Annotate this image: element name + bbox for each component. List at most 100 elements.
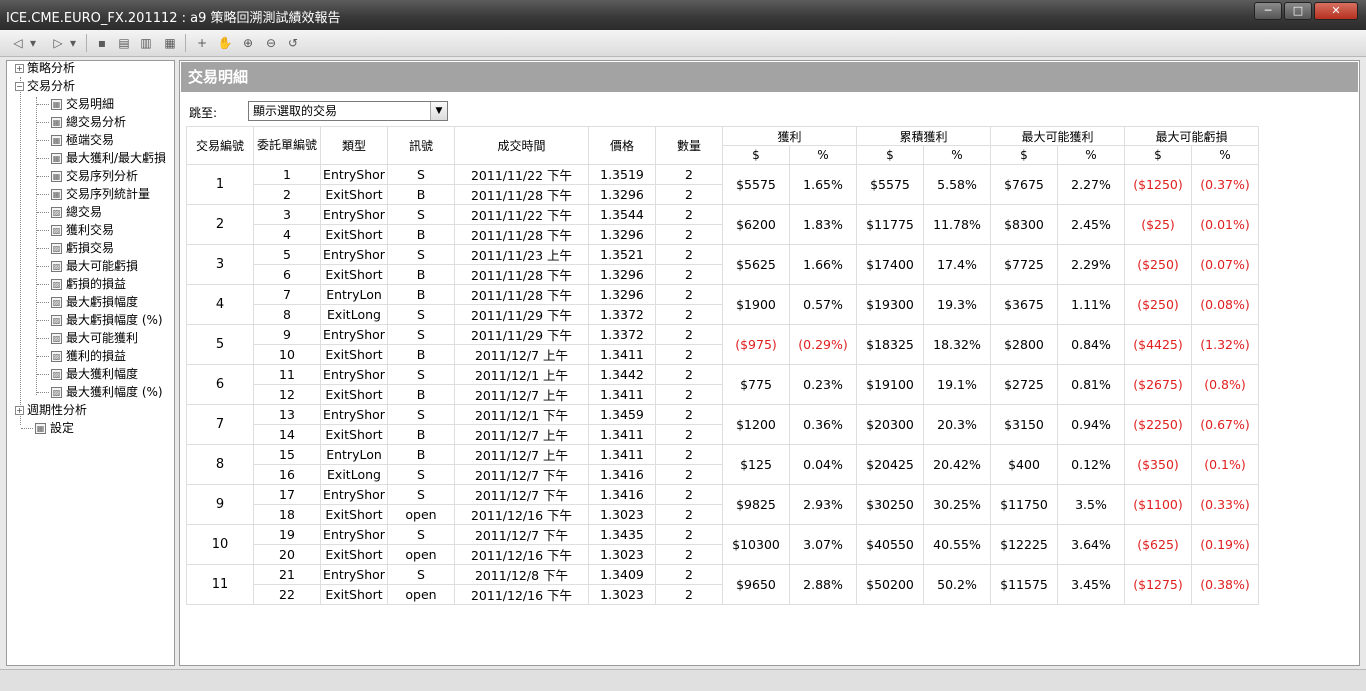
tree-item-profit-pnl[interactable]: ▨ 獲利的損益 bbox=[37, 347, 126, 365]
reset-icon[interactable]: ↺ bbox=[285, 35, 301, 51]
jump-label: 跳至: bbox=[189, 106, 218, 120]
tree-item-max-favorable[interactable]: ▨ 最大可能獲利 bbox=[37, 329, 138, 347]
back-dropdown-icon[interactable]: ▾ bbox=[28, 35, 38, 51]
tree-item-label: 設定 bbox=[50, 421, 75, 435]
cum-cell: $5575 bbox=[856, 164, 924, 205]
type-cell: EntryShor bbox=[320, 364, 388, 385]
price-cell: 1.3023 bbox=[588, 584, 656, 605]
col-dollar: $ bbox=[722, 145, 790, 165]
tree-item-label: 虧損交易 bbox=[66, 241, 115, 255]
forward-dropdown-icon[interactable]: ▾ bbox=[68, 35, 78, 51]
tree-item-trade-sequence-stats[interactable]: ▦ 交易序列統計量 bbox=[37, 185, 150, 203]
type-cell: EntryShor bbox=[320, 324, 388, 345]
col-group-max-favorable: 最大可能獲利 bbox=[990, 126, 1125, 146]
type-cell: EntryShor bbox=[320, 404, 388, 425]
tree-item-label: 總交易 bbox=[66, 205, 103, 219]
tree-item-label: 獲利的損益 bbox=[66, 349, 127, 363]
tree-item-max-runup-pct[interactable]: ▨ 最大獲利幅度 (%) bbox=[37, 383, 163, 401]
table-row[interactable]: 4 7 EntryLon B 2011/11/28 下午 1.3296 2 $1900 0.57… bbox=[186, 284, 1259, 325]
save-icon[interactable]: ▪ bbox=[94, 35, 110, 51]
price-cell: 1.3372 bbox=[588, 324, 656, 345]
tree-item-loss-pnl[interactable]: ▨ 虧損的損益 bbox=[37, 275, 126, 293]
qty-cell: 2 bbox=[655, 164, 723, 185]
settings-icon: ▦ bbox=[35, 423, 46, 434]
table-row[interactable]: 7 13 EntryShor S 2011/12/1 下午 1.3459 2 $1200 0.3… bbox=[186, 404, 1259, 445]
forward-icon[interactable]: ▷ bbox=[50, 35, 66, 51]
qty-cell: 2 bbox=[655, 224, 723, 245]
order-cell: 2 bbox=[253, 184, 321, 205]
tree-group-label: 策略分析 bbox=[27, 61, 76, 75]
tree-item-losing-trades[interactable]: ▨ 虧損交易 bbox=[37, 239, 114, 257]
back-icon[interactable]: ◁ bbox=[10, 35, 26, 51]
tree-item-trade-sequence-analysis[interactable]: ▦ 交易序列分析 bbox=[37, 167, 138, 185]
pnl-cell: $9650 bbox=[722, 564, 790, 605]
col-pct: % bbox=[923, 145, 991, 165]
tree-item-settings[interactable]: ▦ 設定 bbox=[21, 419, 74, 437]
tree-item-max-adverse[interactable]: ▨ 最大可能虧損 bbox=[37, 257, 138, 275]
table-row[interactable]: 5 9 EntryShor S 2011/11/29 下午 1.3372 2 ($975) (0… bbox=[186, 324, 1259, 365]
tree-item-max-drawdown[interactable]: ▨ 最大虧損幅度 bbox=[37, 293, 138, 311]
expand-icon[interactable]: + bbox=[15, 64, 24, 73]
minimize-button[interactable]: ─ bbox=[1254, 2, 1282, 20]
order-cell: 3 bbox=[253, 204, 321, 225]
toolbar-separator bbox=[185, 34, 186, 52]
window-controls: ─ □ ✕ bbox=[1252, 2, 1358, 20]
tree-item-max-profit-loss[interactable]: ▦ 最大獲利/最大虧損 bbox=[37, 149, 166, 167]
tree-item-trade-details[interactable]: ▦ 交易明細 bbox=[37, 95, 114, 113]
table-row[interactable]: 9 17 EntryShor S 2011/12/7 下午 1.3416 2 $9825 2.9… bbox=[186, 484, 1259, 525]
crosshair-icon[interactable]: + bbox=[194, 35, 210, 51]
table-row[interactable]: 11 21 EntryShor S 2011/12/8 下午 1.3409 2 $9650 2.… bbox=[186, 564, 1259, 605]
export-icon[interactable]: ▤ bbox=[116, 35, 132, 51]
qty-cell: 2 bbox=[655, 384, 723, 405]
signal-cell: S bbox=[387, 164, 455, 185]
zoom-out-icon[interactable]: ⊖ bbox=[263, 35, 279, 51]
signal-cell: S bbox=[387, 364, 455, 385]
tree-group-strategy-analysis[interactable]: + 策略分析 bbox=[15, 59, 75, 77]
table-report-icon: ▦ bbox=[51, 189, 62, 200]
time-cell: 2011/12/7 上午 bbox=[454, 384, 589, 405]
order-cell: 6 bbox=[253, 264, 321, 285]
price-cell: 1.3296 bbox=[588, 224, 656, 245]
tree-item-total-trade-analysis[interactable]: ▦ 總交易分析 bbox=[37, 113, 126, 131]
time-cell: 2011/12/7 下午 bbox=[454, 524, 589, 545]
table-row[interactable]: 8 15 EntryLon B 2011/12/7 上午 1.3411 2 $125 0.04%… bbox=[186, 444, 1259, 485]
table-row[interactable]: 2 3 EntryShor S 2011/11/22 下午 1.3544 2 $6200 1.8… bbox=[186, 204, 1259, 245]
zoom-in-icon[interactable]: ⊕ bbox=[240, 35, 256, 51]
chart-report-icon: ▨ bbox=[51, 261, 62, 272]
tree-group-periodic-analysis[interactable]: + 週期性分析 bbox=[15, 401, 87, 419]
pnl-pct-cell: 1.65% bbox=[789, 164, 857, 205]
table-row[interactable]: 6 11 EntryShor S 2011/12/1 上午 1.3442 2 $775 0.23… bbox=[186, 364, 1259, 405]
chart-report-icon: ▨ bbox=[51, 207, 62, 218]
cum-pct-cell: 5.58% bbox=[923, 164, 991, 205]
table-row[interactable]: 10 19 EntryShor S 2011/12/7 下午 1.3435 2 $10300 3… bbox=[186, 524, 1259, 565]
table-row[interactable]: 3 5 EntryShor S 2011/11/23 上午 1.3521 2 $5625 1.6… bbox=[186, 244, 1259, 285]
qty-cell: 2 bbox=[655, 324, 723, 345]
close-button[interactable]: ✕ bbox=[1314, 2, 1358, 20]
tree-item-total-trades[interactable]: ▨ 總交易 bbox=[37, 203, 102, 221]
cum-cell: $19100 bbox=[856, 364, 924, 405]
mae-pct-cell: (0.8%) bbox=[1191, 364, 1259, 405]
chevron-down-icon[interactable]: ▼ bbox=[430, 102, 447, 120]
title-bar: ICE.CME.EURO_FX.201112 : a9 策略回溯測試績效報告 ─… bbox=[0, 0, 1366, 30]
mae-cell: ($1100) bbox=[1124, 484, 1192, 525]
mae-cell: ($25) bbox=[1124, 204, 1192, 245]
hand-icon[interactable]: ✋ bbox=[217, 35, 233, 51]
price-cell: 1.3411 bbox=[588, 424, 656, 445]
tree-group-trade-analysis[interactable]: − 交易分析 bbox=[15, 77, 75, 95]
tree-item-extreme-trades[interactable]: ▦ 極端交易 bbox=[37, 131, 114, 149]
tree-item-winning-trades[interactable]: ▨ 獲利交易 bbox=[37, 221, 114, 239]
col-pct: % bbox=[1191, 145, 1259, 165]
expand-icon[interactable]: + bbox=[15, 406, 24, 415]
maximize-button[interactable]: □ bbox=[1284, 2, 1312, 20]
collapse-icon[interactable]: − bbox=[15, 82, 24, 91]
table-report-icon: ▦ bbox=[51, 117, 62, 128]
print-icon[interactable]: ▥ bbox=[138, 35, 154, 51]
jump-select[interactable]: 顯示選取的交易 ▼ bbox=[248, 101, 448, 121]
table-icon[interactable]: ▦ bbox=[162, 35, 178, 51]
table-row[interactable]: 1 1 EntryShor S 2011/11/22 下午 1.3519 2 $5575 1.6… bbox=[186, 164, 1259, 205]
cum-pct-cell: 18.32% bbox=[923, 324, 991, 365]
tree-item-label: 最大獲利幅度 bbox=[66, 367, 139, 381]
tree-item-max-runup[interactable]: ▨ 最大獲利幅度 bbox=[37, 365, 138, 383]
tree-item-max-drawdown-pct[interactable]: ▨ 最大虧損幅度 (%) bbox=[37, 311, 163, 329]
cum-cell: $18325 bbox=[856, 324, 924, 365]
